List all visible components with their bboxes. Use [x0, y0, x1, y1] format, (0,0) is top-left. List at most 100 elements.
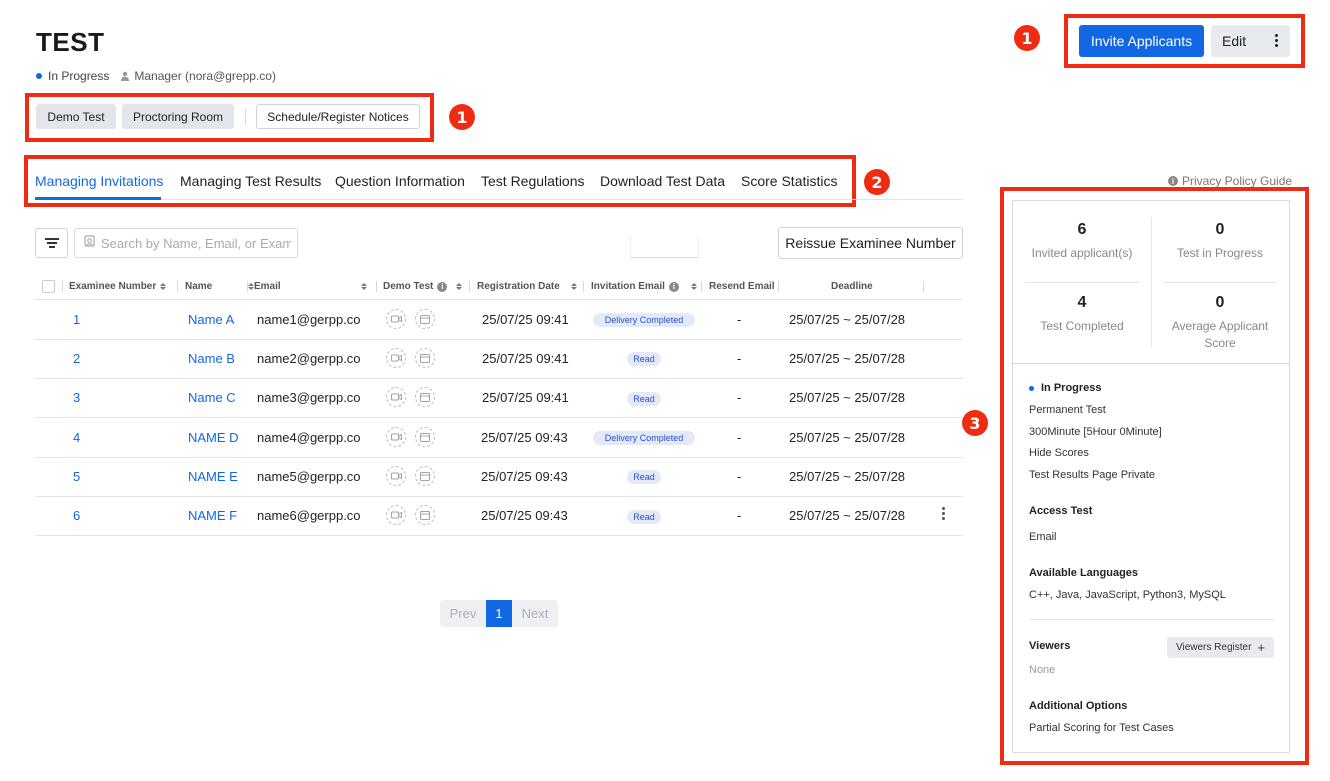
- privacy-policy-link[interactable]: i Privacy Policy Guide: [1168, 174, 1292, 188]
- video-icon: [386, 309, 406, 329]
- status-badge: Read: [627, 470, 661, 484]
- viewers-title: Viewers: [1029, 640, 1071, 652]
- applicant-name[interactable]: Name A: [188, 312, 234, 327]
- edit-button[interactable]: Edit: [1211, 25, 1290, 57]
- divider: [245, 109, 246, 125]
- registration-date: 25/07/25 09:43: [481, 508, 568, 523]
- more-options-icon[interactable]: [1274, 34, 1278, 49]
- search-box[interactable]: [74, 228, 298, 258]
- table-row[interactable]: 3 Name C name3@gerpp.co 25/07/25 09:41 R…: [35, 378, 963, 417]
- next-page-button[interactable]: Next: [512, 600, 558, 627]
- demo-test-button[interactable]: Demo Test: [36, 104, 116, 129]
- examinee-number[interactable]: 3: [73, 390, 80, 405]
- screen-icon: [415, 348, 435, 368]
- viewers-value: None: [1029, 664, 1056, 676]
- select-all-checkbox[interactable]: [42, 280, 55, 293]
- annotation-badge-1-secondary: 1: [449, 104, 475, 130]
- video-icon: [386, 387, 406, 407]
- invite-applicants-button[interactable]: Invite Applicants: [1079, 25, 1204, 57]
- results-page-visibility: Test Results Page Private: [1029, 469, 1155, 481]
- person-icon: [120, 71, 130, 81]
- viewers-register-button[interactable]: Viewers Register +: [1167, 637, 1274, 658]
- examinee-number[interactable]: 2: [73, 351, 80, 366]
- deadline: 25/07/25 ~ 25/07/28: [789, 312, 906, 327]
- resend-email: -: [737, 312, 742, 327]
- screen-icon: [415, 309, 435, 329]
- column-select[interactable]: [630, 236, 699, 258]
- search-input[interactable]: [101, 235, 291, 251]
- resend-email: -: [737, 351, 742, 366]
- table-row[interactable]: 6 NAME F name6@gerpp.co 25/07/25 09:43 R…: [35, 496, 963, 535]
- screen-icon: [415, 387, 435, 407]
- schedule-notices-button[interactable]: Schedule/Register Notices: [256, 104, 420, 129]
- examinee-number[interactable]: 4: [73, 430, 80, 445]
- languages-value: C++, Java, JavaScript, Python3, MySQL: [1029, 589, 1226, 601]
- video-icon: [386, 348, 406, 368]
- applicant-name[interactable]: NAME E: [188, 469, 238, 484]
- tab-managing-test-results[interactable]: Managing Test Results: [180, 173, 321, 189]
- sort-icon[interactable]: [456, 283, 463, 290]
- languages-title: Available Languages: [1029, 567, 1139, 579]
- tab-test-regulations[interactable]: Test Regulations: [481, 173, 585, 189]
- info-icon[interactable]: i: [668, 281, 679, 292]
- annotation-badge-1: 1: [1014, 25, 1040, 51]
- stat-in-progress: 0 Test in Progress: [1176, 221, 1264, 260]
- screen-icon: [415, 427, 435, 447]
- table-row[interactable]: 1 Name A name1@gerpp.co 25/07/25 09:41 D…: [35, 300, 963, 339]
- applicant-name[interactable]: Name B: [188, 351, 235, 366]
- table-row[interactable]: 4 NAME D name4@gerpp.co 25/07/25 09:43 D…: [35, 418, 963, 457]
- examinee-number[interactable]: 5: [73, 469, 80, 484]
- tab-score-statistics[interactable]: Score Statistics: [741, 173, 837, 189]
- status-badge: Read: [627, 352, 661, 366]
- status-badge: Read: [627, 510, 661, 524]
- active-tab-indicator: [35, 197, 161, 200]
- tab-managing-invitations[interactable]: Managing Invitations: [35, 173, 163, 189]
- sort-icon[interactable]: [160, 283, 167, 290]
- status-badge: Delivery Completed: [593, 313, 695, 327]
- reissue-examinee-number-button[interactable]: Reissue Examinee Number: [778, 227, 963, 259]
- status-dot-icon: [36, 73, 42, 79]
- col-invitation-email[interactable]: Invitation Email i: [591, 281, 697, 292]
- stat-average-score: 0 Average Applicant Score: [1171, 294, 1269, 350]
- table-row[interactable]: 5 NAME E name5@gerpp.co 25/07/25 09:43 R…: [35, 457, 963, 496]
- proctoring-room-button[interactable]: Proctoring Room: [122, 104, 234, 129]
- deadline: 25/07/25 ~ 25/07/28: [789, 508, 906, 523]
- applicant-email: name6@gerpp.co: [257, 508, 361, 523]
- annotation-badge-2: 2: [864, 169, 890, 195]
- applicant-name[interactable]: Name C: [188, 390, 236, 405]
- applicant-name[interactable]: NAME D: [188, 430, 239, 445]
- test-meta: In Progress Manager (nora@grepp.co): [36, 69, 276, 83]
- col-name[interactable]: Name: [185, 281, 255, 292]
- stat-completed: 4 Test Completed: [1040, 294, 1124, 333]
- sort-icon[interactable]: [360, 283, 367, 290]
- sort-icon[interactable]: [570, 283, 577, 290]
- access-test-value: Email: [1029, 531, 1057, 543]
- examinee-number[interactable]: 1: [73, 312, 80, 327]
- resend-email: -: [737, 430, 742, 445]
- col-email[interactable]: Email: [254, 281, 367, 292]
- col-resend-email: Resend Email: [709, 281, 775, 292]
- status-dot-icon: [1029, 385, 1034, 391]
- col-registration-date[interactable]: Registration Date: [477, 281, 577, 292]
- sort-icon[interactable]: [690, 283, 697, 290]
- col-examinee-number[interactable]: Examinee Number: [69, 281, 167, 292]
- applicant-name[interactable]: NAME F: [188, 508, 237, 523]
- stat-invited: 6 Invited applicant(s): [1031, 221, 1133, 260]
- col-demo-test[interactable]: Demo Test i: [383, 281, 463, 292]
- applicant-email: name3@gerpp.co: [257, 390, 361, 405]
- registration-date: 25/07/25 09:43: [481, 430, 568, 445]
- page-1-button[interactable]: 1: [486, 600, 512, 627]
- filter-button[interactable]: [35, 228, 68, 258]
- prev-page-button[interactable]: Prev: [440, 600, 486, 627]
- tab-download-test-data[interactable]: Download Test Data: [600, 173, 725, 189]
- tab-question-information[interactable]: Question Information: [335, 173, 465, 189]
- registration-date: 25/07/25 09:41: [482, 351, 569, 366]
- access-test-title: Access Test: [1029, 505, 1093, 517]
- examinee-number[interactable]: 6: [73, 508, 80, 523]
- page-title: TEST: [36, 27, 105, 57]
- row-more-icon[interactable]: [941, 507, 945, 522]
- privacy-policy-label: Privacy Policy Guide: [1182, 174, 1293, 188]
- panel-status: In Progress: [1029, 382, 1102, 394]
- table-row[interactable]: 2 Name B name2@gerpp.co 25/07/25 09:41 R…: [35, 339, 963, 378]
- info-icon[interactable]: i: [437, 281, 448, 292]
